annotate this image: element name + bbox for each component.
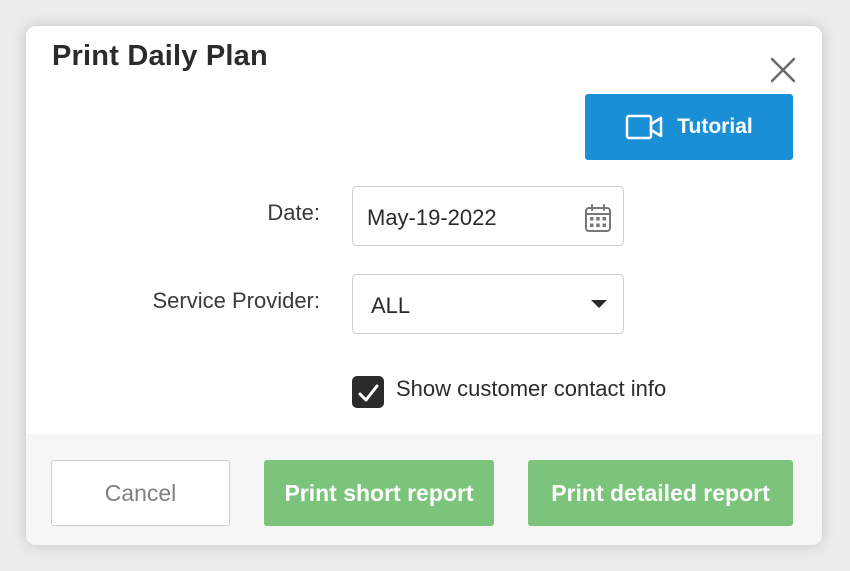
- caret-down-icon: [591, 300, 607, 308]
- show-contact-checkbox[interactable]: [352, 376, 384, 408]
- print-daily-plan-dialog: Print Daily Plan Tutorial Date: May-19-2…: [26, 26, 822, 545]
- tutorial-label: Tutorial: [677, 115, 753, 138]
- video-camera-icon: [626, 114, 663, 140]
- checkmark-icon: [358, 384, 379, 402]
- service-provider-value: ALL: [371, 293, 411, 318]
- date-label: Date:: [267, 200, 320, 225]
- close-button[interactable]: [767, 54, 799, 86]
- service-provider-label: Service Provider:: [152, 288, 320, 313]
- close-icon: [770, 57, 796, 83]
- dialog-title: Print Daily Plan: [52, 40, 268, 72]
- dialog-footer: Cancel Print short report Print detailed…: [26, 434, 822, 545]
- show-contact-label: Show customer contact info: [396, 376, 667, 401]
- service-provider-select[interactable]: ALL: [352, 274, 624, 334]
- date-value: May-19-2022: [367, 205, 497, 230]
- date-field[interactable]: May-19-2022: [352, 186, 624, 246]
- print-short-report-button[interactable]: Print short report: [264, 460, 494, 526]
- print-detailed-report-button[interactable]: Print detailed report: [528, 460, 793, 526]
- tutorial-button[interactable]: Tutorial: [585, 94, 793, 160]
- cancel-button[interactable]: Cancel: [51, 460, 230, 526]
- calendar-icon[interactable]: [584, 203, 612, 233]
